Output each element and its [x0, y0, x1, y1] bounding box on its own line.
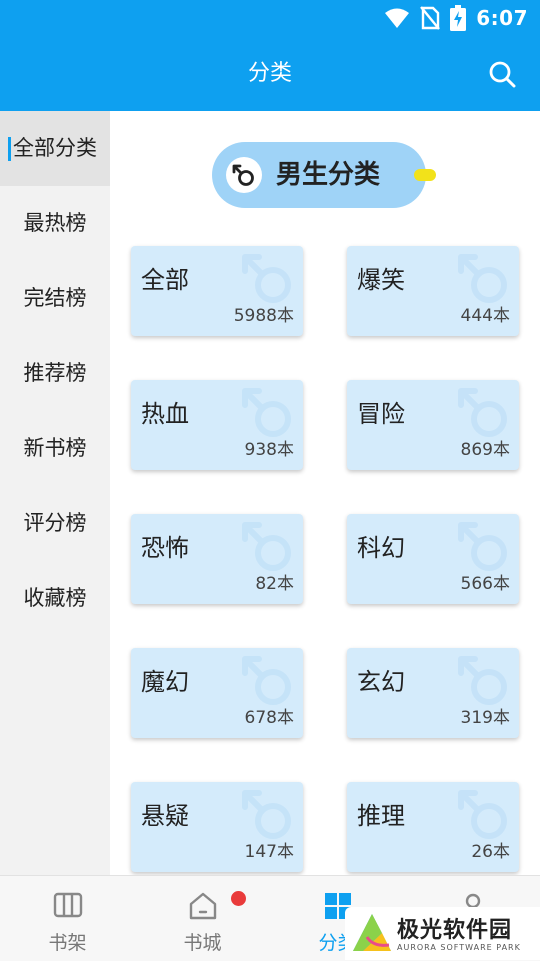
male-symbol-icon	[458, 388, 507, 437]
male-symbol-icon	[232, 164, 254, 186]
category-count: 938本	[244, 440, 294, 460]
category-count: 566本	[460, 574, 510, 594]
category-name: 恐怖	[141, 534, 189, 562]
male-symbol-icon	[458, 656, 507, 705]
category-name: 悬疑	[141, 802, 189, 830]
category-name: 科幻	[357, 534, 405, 562]
category-count: 678本	[244, 708, 294, 728]
no-sim-icon	[420, 6, 441, 30]
watermark-subtitle: AURORA SOFTWARE PARK	[397, 943, 521, 952]
category-panel: 男生分类 全部 5988本 爆笑 444本 热血 938本 冒险 869本 恐怖…	[110, 111, 540, 875]
category-name: 冒险	[357, 400, 405, 428]
gender-indicator-dot	[414, 169, 436, 181]
category-name: 爆笑	[357, 266, 405, 294]
sidebar-item-label: 新书榜	[23, 436, 87, 460]
tab-label: 书架	[48, 932, 87, 954]
home-icon	[189, 892, 216, 920]
aurora-logo-icon	[353, 914, 391, 951]
male-symbol-icon	[242, 254, 291, 303]
wifi-icon	[385, 8, 410, 28]
search-icon	[489, 61, 516, 88]
male-symbol-icon	[458, 254, 507, 303]
category-card[interactable]: 恐怖 82本	[131, 514, 303, 604]
category-card[interactable]: 热血 938本	[131, 380, 303, 470]
category-card[interactable]: 爆笑 444本	[347, 246, 519, 336]
sidebar-item-label: 推荐榜	[23, 361, 87, 385]
category-name: 玄幻	[357, 668, 405, 696]
status-bar: 6:07	[0, 0, 540, 36]
male-symbol-icon	[242, 790, 291, 839]
sidebar-item-label: 收藏榜	[23, 586, 87, 610]
male-symbol-icon	[458, 790, 507, 839]
category-card[interactable]: 全部 5988本	[131, 246, 303, 336]
tab-bookstore[interactable]: 书城	[135, 876, 270, 961]
tab-label: 书城	[183, 932, 222, 954]
category-count: 82本	[255, 574, 294, 594]
app-bar: 分类	[0, 36, 540, 111]
sidebar-item-label: 完结榜	[23, 286, 87, 310]
notification-badge	[231, 891, 246, 906]
gender-switch-label: 男生分类	[276, 160, 381, 190]
sidebar-item-label: 全部分类	[13, 136, 97, 160]
category-card[interactable]: 悬疑 147本	[131, 782, 303, 872]
sidebar: 全部分类 最热榜 完结榜 推荐榜 新书榜 评分榜 收藏榜	[0, 111, 110, 875]
category-count: 147本	[244, 842, 294, 862]
sidebar-item-rating[interactable]: 评分榜	[0, 486, 110, 561]
category-count: 319本	[460, 708, 510, 728]
category-count: 5988本	[233, 306, 294, 326]
category-count: 444本	[460, 306, 510, 326]
sidebar-item-all-categories[interactable]: 全部分类	[0, 111, 110, 186]
sidebar-item-label: 最热榜	[23, 211, 87, 235]
sidebar-item-completed[interactable]: 完结榜	[0, 261, 110, 336]
sidebar-item-recommended[interactable]: 推荐榜	[0, 336, 110, 411]
male-symbol-icon	[242, 522, 291, 571]
status-time: 6:07	[476, 6, 528, 30]
status-icons: 6:07	[384, 5, 528, 31]
male-symbol-icon	[242, 388, 291, 437]
gender-switch-button[interactable]: 男生分类	[212, 142, 426, 208]
search-button[interactable]	[486, 58, 518, 90]
category-card[interactable]: 推理 26本	[347, 782, 519, 872]
category-name: 魔幻	[141, 668, 189, 696]
category-card[interactable]: 科幻 566本	[347, 514, 519, 604]
male-symbol-icon	[242, 656, 291, 705]
sidebar-item-favorites[interactable]: 收藏榜	[0, 561, 110, 636]
watermark-title: 极光软件园	[397, 918, 513, 943]
category-card[interactable]: 玄幻 319本	[347, 648, 519, 738]
male-symbol-icon	[458, 522, 507, 571]
page-title: 分类	[247, 61, 292, 86]
sidebar-item-new-books[interactable]: 新书榜	[0, 411, 110, 486]
category-count: 26本	[471, 842, 510, 862]
gender-icon-circle	[226, 157, 262, 193]
category-count: 869本	[460, 440, 510, 460]
battery-charging-icon	[450, 5, 467, 31]
category-name: 推理	[357, 802, 405, 830]
category-name: 全部	[141, 266, 189, 294]
bookshelf-icon	[53, 892, 82, 918]
sidebar-item-hottest[interactable]: 最热榜	[0, 186, 110, 261]
category-name: 热血	[141, 400, 189, 428]
category-card[interactable]: 冒险 869本	[347, 380, 519, 470]
category-card[interactable]: 魔幻 678本	[131, 648, 303, 738]
sidebar-item-label: 评分榜	[23, 511, 87, 535]
watermark-logo: 极光软件园 AURORA SOFTWARE PARK	[345, 907, 540, 960]
tab-bookshelf[interactable]: 书架	[0, 876, 135, 961]
